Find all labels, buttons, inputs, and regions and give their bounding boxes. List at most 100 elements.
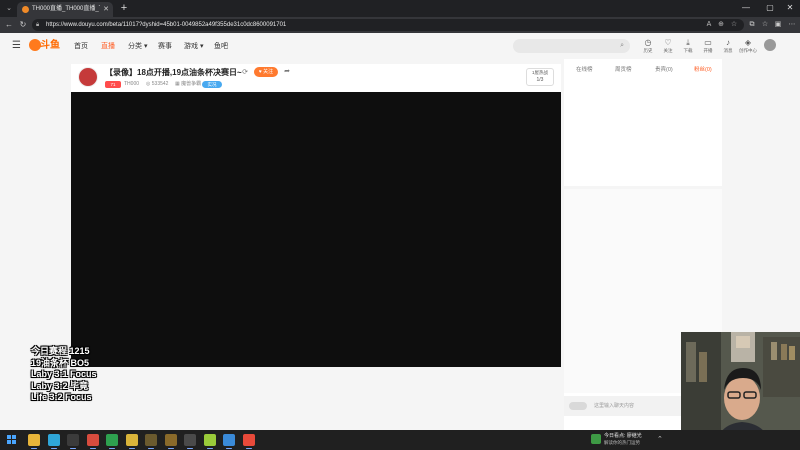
nav-home[interactable]: 首页 bbox=[74, 41, 88, 53]
collections-icon[interactable]: ▣ bbox=[772, 19, 784, 31]
anchor-avatar[interactable] bbox=[78, 67, 98, 87]
menu-icon[interactable]: ☰ bbox=[12, 40, 21, 52]
heart-icon: ♡ bbox=[664, 38, 672, 47]
nav-category[interactable]: 分类 ▾ bbox=[128, 41, 147, 53]
creator-center-label: 创作中心 bbox=[739, 48, 757, 53]
stream-overlay-text: 今日赛程 1215 19油条杯 BO5 Laby 3:1 Focus Laby … bbox=[31, 346, 181, 404]
media-app-icon[interactable] bbox=[67, 434, 79, 449]
overlay-line: Laby 3:2 毕竟 bbox=[31, 380, 89, 391]
share-icon[interactable]: ⟳ bbox=[240, 68, 250, 78]
file-explorer-icon[interactable] bbox=[28, 434, 40, 449]
reload-button[interactable]: ↻ bbox=[17, 19, 29, 31]
zoom-icon[interactable]: ⊕ bbox=[716, 20, 726, 30]
anchor-name[interactable]: TH000 bbox=[124, 80, 139, 89]
more-icon[interactable]: ⋯ bbox=[786, 19, 798, 31]
douyu-logo[interactable]: 斗鱼 bbox=[29, 38, 63, 53]
game-app-icon[interactable] bbox=[145, 434, 157, 449]
back-button[interactable]: ← bbox=[3, 19, 15, 31]
download-button[interactable]: ⤓ 下载 bbox=[678, 38, 698, 56]
search-icon[interactable]: ⌕ bbox=[620, 41, 624, 51]
download-label: 下载 bbox=[683, 48, 693, 53]
forward-icon[interactable]: ➦ bbox=[282, 67, 292, 77]
tag-badge[interactable]: 实况 bbox=[202, 81, 222, 88]
download-icon: ⤓ bbox=[686, 38, 690, 47]
douyu-app-icon[interactable] bbox=[242, 434, 255, 449]
overlay-line: 19油条杯 BO5 bbox=[31, 357, 90, 368]
messages-button[interactable]: ♪ 消息 bbox=[718, 38, 738, 56]
lime-app-icon[interactable] bbox=[203, 434, 216, 449]
hot-rank-label: 1屋热战 bbox=[531, 70, 548, 75]
start-button[interactable] bbox=[7, 435, 17, 445]
maximize-button[interactable]: ▢ bbox=[760, 0, 780, 16]
go-live-button[interactable]: ▭ 开播 bbox=[698, 38, 718, 56]
tab-title: TH000直播_TH000直播_TH000视频 bbox=[32, 6, 100, 12]
news-icon bbox=[591, 434, 601, 444]
site-header: ☰ 斗鱼 首页 直播 分类 ▾ 赛事 游戏 ▾ 鱼吧 ⌕ ◷ 历史 ♡ 关注 ⤓… bbox=[0, 33, 800, 59]
level-badge: 71 bbox=[105, 81, 121, 88]
room-header: 【录像】18点开播,19点油条杯决赛日~ ⟳ ♥ 关注 ➦ 71 TH000 ◎… bbox=[71, 64, 561, 92]
camera-icon: ▭ bbox=[704, 38, 712, 47]
hot-rank-box[interactable]: 1屋热战 1/3 bbox=[526, 68, 554, 86]
overlay-line: Laby 3:1 Focus bbox=[31, 369, 97, 379]
douyu-favicon-icon bbox=[22, 6, 29, 13]
history-label: 历史 bbox=[643, 48, 653, 53]
browser-tab[interactable]: TH000直播_TH000直播_TH000视频 ✕ bbox=[17, 2, 113, 17]
translate-icon[interactable]: A bbox=[704, 20, 714, 30]
tab-fans[interactable]: 粉丝(0) bbox=[694, 66, 712, 74]
follow-button[interactable]: ♥ 关注 bbox=[254, 67, 278, 77]
minimize-button[interactable]: — bbox=[736, 0, 756, 16]
omnibox[interactable]: 🔒︎ https://www.douyu.com/beta/11017?dysh… bbox=[32, 19, 744, 31]
green-app-icon[interactable] bbox=[106, 434, 118, 449]
overlay-line: 今日赛程 1215 bbox=[31, 346, 90, 356]
close-window-button[interactable]: ✕ bbox=[780, 0, 800, 16]
creator-icon: ◈ bbox=[744, 38, 752, 47]
news-subtitle: 解读你的热门运势 bbox=[604, 440, 640, 445]
lock-icon[interactable]: 🔒︎ bbox=[36, 21, 44, 29]
viewer-count: ◎ 533542 bbox=[146, 81, 169, 87]
rank-panel: 在线榜 周贡榜 贵宾(0) 粉丝(0) bbox=[564, 59, 722, 186]
tab-online-rank[interactable]: 在线榜 bbox=[576, 66, 593, 74]
below-player-area: 今日赛程 1215 19油条杯 BO5 Laby 3:1 Focus Laby … bbox=[31, 346, 561, 430]
chrome-icon[interactable] bbox=[86, 434, 99, 449]
room-title: 【录像】18点开播,19点油条杯决赛日~ bbox=[105, 68, 242, 77]
yellow-app-icon[interactable] bbox=[125, 434, 138, 449]
favorites-icon[interactable]: ☆ bbox=[759, 19, 771, 31]
nav-fishbar[interactable]: 鱼吧 bbox=[214, 41, 228, 53]
user-avatar[interactable] bbox=[764, 39, 776, 51]
url-text[interactable]: https://www.douyu.com/beta/11017?dyshid=… bbox=[46, 19, 286, 31]
wc3-icon[interactable] bbox=[164, 434, 177, 449]
messages-label: 消息 bbox=[723, 48, 733, 53]
nav-live[interactable]: 直播 bbox=[101, 41, 115, 53]
history-icon: ◷ bbox=[644, 38, 652, 47]
nav-events[interactable]: 赛事 bbox=[158, 41, 172, 53]
bookmark-star-icon[interactable]: ☆ bbox=[729, 20, 739, 30]
douyu-page: ☰ 斗鱼 首页 直播 分类 ▾ 赛事 游戏 ▾ 鱼吧 ⌕ ◷ 历史 ♡ 关注 ⤓… bbox=[0, 33, 800, 430]
editor-app-icon[interactable] bbox=[184, 434, 196, 449]
browser-address-bar: ← ↻ 🔒︎ https://www.douyu.com/beta/11017?… bbox=[0, 17, 800, 33]
site-search-input[interactable]: ⌕ bbox=[513, 39, 630, 53]
nav-games[interactable]: 游戏 ▾ bbox=[184, 41, 203, 53]
follow-list-label: 关注 bbox=[663, 48, 673, 53]
creator-center-button[interactable]: ◈ 创作中心 bbox=[738, 38, 758, 56]
logo-text: 斗鱼 bbox=[40, 40, 60, 51]
extensions-icon[interactable]: ⧉ bbox=[746, 19, 758, 31]
video-player[interactable] bbox=[71, 92, 561, 367]
category-link[interactable]: ▦ 魔兽争霸 bbox=[175, 80, 201, 89]
tab-list-button[interactable]: ⌄ bbox=[3, 3, 15, 14]
follow-list-button[interactable]: ♡ 关注 bbox=[658, 38, 678, 56]
tray-overflow-icon[interactable]: ⌃ bbox=[657, 434, 663, 446]
overlay-line: Life 3:2 Focus bbox=[31, 392, 92, 402]
tab-close-icon[interactable]: ✕ bbox=[103, 4, 109, 15]
go-live-label: 开播 bbox=[703, 48, 713, 53]
windows-taskbar: 今日看点: 廖继光 解读你的热门运势 ⌃ bbox=[0, 430, 800, 450]
tab-weekly-rank[interactable]: 周贡榜 bbox=[615, 66, 632, 74]
new-tab-button[interactable]: + bbox=[118, 2, 130, 14]
chat-toggle[interactable] bbox=[569, 402, 587, 410]
hot-rank-page: 1/3 bbox=[536, 77, 544, 83]
edge-browser-icon[interactable] bbox=[47, 434, 60, 449]
browser-tab-bar: ⌄ TH000直播_TH000直播_TH000视频 ✕ + — ▢ ✕ bbox=[0, 0, 800, 17]
follow-label: 关注 bbox=[263, 69, 274, 75]
play-app-icon[interactable] bbox=[223, 434, 235, 449]
tab-vip[interactable]: 贵宾(0) bbox=[655, 66, 673, 74]
history-button[interactable]: ◷ 历史 bbox=[638, 38, 658, 56]
